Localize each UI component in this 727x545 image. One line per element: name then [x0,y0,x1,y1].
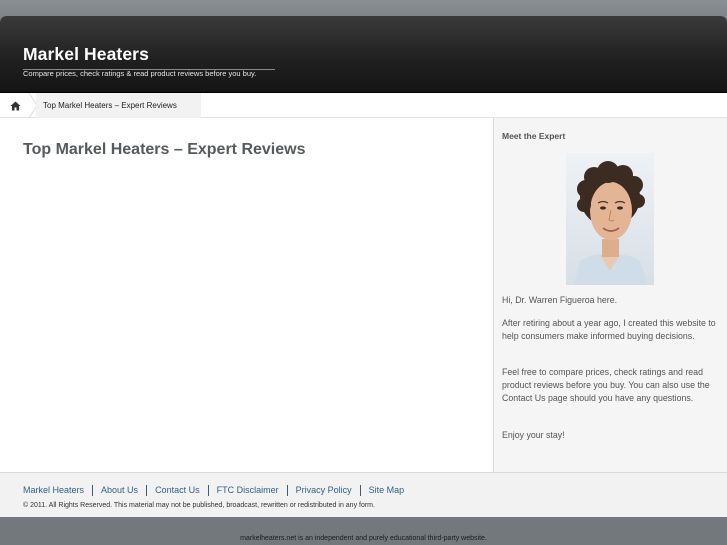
sidebar-paragraph: After retiring about a year ago, I creat… [502,318,716,341]
site-disclaimer: markelheaters.net is an independent and … [240,535,487,542]
footer-nav: Markel Heaters About Us Contact Us FTC D… [23,485,412,496]
footer-link-ftc[interactable]: FTC Disclaimer [207,485,287,496]
site-footer: Markel Heaters About Us Contact Us FTC D… [0,472,727,517]
footer-link-privacy[interactable]: Privacy Policy [286,485,360,496]
page-title: Top Markel Heaters – Expert Reviews [23,141,306,158]
expert-photo [566,153,654,285]
footer-link-home[interactable]: Markel Heaters [23,485,92,496]
footer-link-about[interactable]: About Us [92,485,146,496]
site-tagline: Compare prices, check ratings & read pro… [23,69,257,78]
breadcrumb-home[interactable] [0,93,30,118]
sidebar: Meet the Expert Hi, Dr. Warren Figueroa … [493,118,727,472]
site-header: Markel Heaters Compare prices, check rat… [0,16,727,93]
breadcrumb-current: Top Markel Heaters – Expert Reviews [36,93,201,118]
main-content: Top Markel Heaters – Expert Reviews [0,118,493,472]
footer-link-contact[interactable]: Contact Us [146,485,208,496]
breadcrumb: Top Markel Heaters – Expert Reviews [0,93,727,118]
sidebar-paragraph: Enjoy your stay! [502,430,565,440]
site-title[interactable]: Markel Heaters [23,44,275,70]
sidebar-intro: Hi, Dr. Warren Figueroa here. [502,295,618,305]
home-icon [10,101,20,110]
page-container: Markel Heaters Compare prices, check rat… [0,16,727,517]
sidebar-paragraph: Feel free to compare prices, check ratin… [502,367,710,403]
sidebar-heading: Meet the Expert [502,131,566,141]
footer-copyright: © 2011. All Rights Reserved. This materi… [23,502,375,509]
footer-link-sitemap[interactable]: Site Map [359,485,413,496]
